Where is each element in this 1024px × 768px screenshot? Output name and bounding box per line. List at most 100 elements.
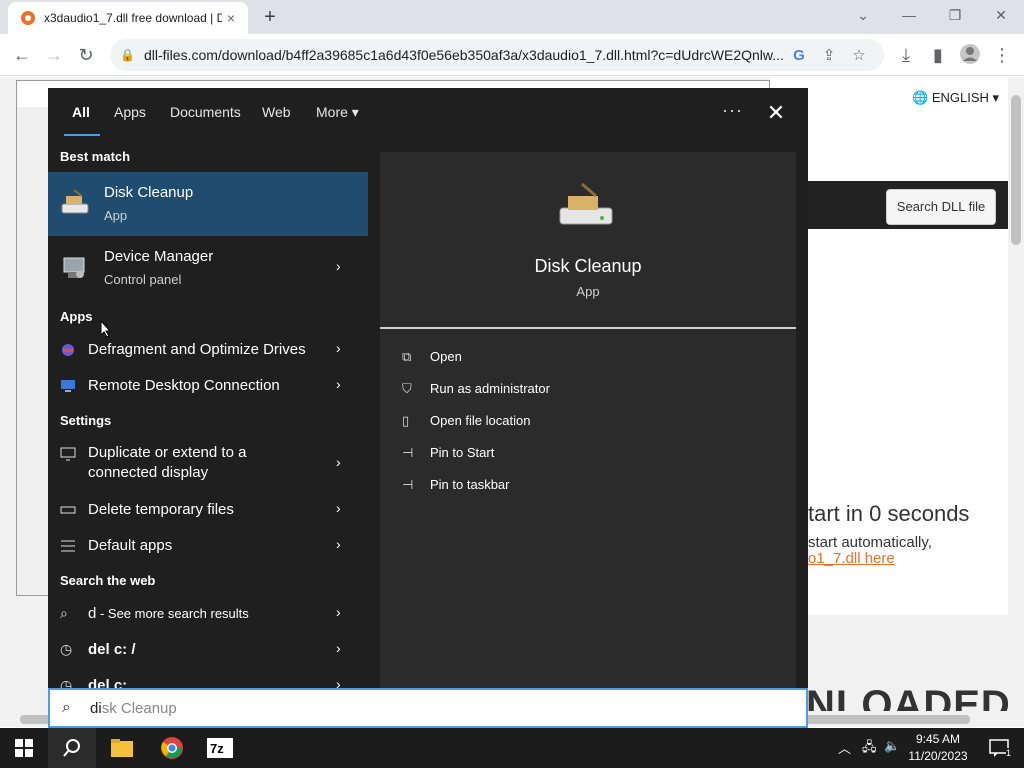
clock-date: 11/20/2023: [908, 749, 968, 763]
result-defragment[interactable]: Defragment and Optimize Drives ›: [48, 332, 368, 368]
tab-all[interactable]: All: [72, 104, 90, 120]
countdown-text: tart in 0 seconds: [808, 501, 970, 526]
result-title: del c:: [88, 677, 128, 688]
url-text[interactable]: dll-files.com/download/b4ff2a39685c1a6d4…: [144, 47, 784, 63]
search-query[interactable]: disk Cleanup: [90, 700, 177, 717]
result-web-d[interactable]: ⌕ d - See more search results ›: [48, 596, 368, 632]
dll-download-link[interactable]: o1_7.dll here: [808, 550, 895, 567]
chevron-right-icon[interactable]: ›: [336, 376, 341, 392]
side-panel-icon[interactable]: ▮: [926, 43, 950, 67]
result-device-manager[interactable]: Device Manager Control panel ›: [48, 236, 368, 300]
action-pin-to-taskbar[interactable]: ⊣ Pin to taskbar: [402, 477, 510, 499]
disk-cleanup-icon: [60, 188, 90, 218]
file-icon: ▯: [402, 413, 410, 428]
language-selector[interactable]: 🌐 ENGLISH ▾: [912, 90, 999, 106]
notification-icon[interactable]: 1: [976, 728, 1024, 768]
preview-divider: [380, 327, 796, 329]
tab-strip: x3daudio1_7.dll free download | D × + ⌄ …: [0, 0, 1024, 34]
autocomplete-hint: sk Cleanup: [101, 700, 177, 717]
best-match-header: Best match: [60, 149, 131, 164]
tab-more[interactable]: More ▾: [316, 104, 359, 121]
preview-pane: Disk Cleanup App ⧉ Open ⛉ Run as administr…: [380, 152, 796, 688]
result-disk-cleanup[interactable]: Disk Cleanup App: [48, 172, 368, 236]
more-options-icon[interactable]: ···: [722, 100, 743, 121]
chrome-taskbar-icon[interactable]: [148, 728, 196, 768]
action-label: Pin to Start: [430, 445, 495, 460]
caret-down-icon: ▾: [351, 104, 359, 120]
tab-documents[interactable]: Documents: [170, 104, 241, 120]
chevron-up-icon[interactable]: ︿: [838, 738, 851, 757]
settings-header: Settings: [60, 413, 112, 428]
language-label: ENGLISH: [931, 90, 989, 105]
system-clock[interactable]: 9:45 AM 11/20/2023: [906, 731, 970, 765]
chrome-menu-icon[interactable]: ⋮: [990, 43, 1014, 67]
chevron-right-icon[interactable]: ›: [336, 640, 341, 656]
share-icon[interactable]: ⇪: [814, 46, 844, 64]
volume-icon[interactable]: 🔈: [884, 738, 900, 754]
forward-icon[interactable]: →: [42, 43, 66, 67]
reload-icon[interactable]: ↻: [74, 43, 98, 67]
device-manager-icon: [60, 252, 90, 282]
tab-web[interactable]: Web: [262, 104, 291, 120]
search-icon: ⌕: [60, 605, 68, 621]
download-icon[interactable]: ⤓: [894, 43, 918, 67]
history-icon: ◷: [60, 641, 73, 657]
lock-icon: 🔒: [120, 48, 135, 62]
back-icon[interactable]: ←: [10, 43, 34, 67]
chevron-right-icon[interactable]: ›: [336, 676, 341, 688]
vertical-scrollbar[interactable]: [1008, 85, 1024, 705]
window-close-icon[interactable]: ✕: [978, 0, 1024, 30]
panel-close-icon[interactable]: ✕: [764, 100, 788, 126]
result-remote-desktop[interactable]: Remote Desktop Connection ›: [48, 368, 368, 404]
result-delete-temp-files[interactable]: Delete temporary files ›: [48, 492, 368, 528]
result-title: Device Manager: [104, 248, 214, 265]
chevron-right-icon[interactable]: ›: [336, 604, 341, 620]
file-explorer-icon[interactable]: [98, 728, 146, 768]
open-icon: ⧉: [402, 349, 412, 364]
tab-close-icon[interactable]: ×: [222, 9, 240, 27]
tab-search-icon[interactable]: ⌄: [840, 0, 886, 30]
auto-start-text: start automatically,: [808, 534, 932, 551]
bookmark-star-icon[interactable]: ☆: [844, 46, 874, 64]
scroll-thumb[interactable]: [1011, 95, 1021, 245]
restore-icon[interactable]: ❐: [932, 0, 978, 30]
network-icon[interactable]: 🖧: [862, 738, 877, 760]
chevron-right-icon[interactable]: ›: [336, 454, 341, 470]
result-web-label: d - See more search results: [88, 605, 249, 622]
tab-title: x3daudio1_7.dll free download | D: [44, 11, 222, 25]
web-query-suffix: - See more search results: [96, 606, 249, 621]
action-run-as-admin[interactable]: ⛉ Run as administrator: [402, 381, 550, 403]
action-open-file-location[interactable]: ▯ Open file location: [402, 413, 530, 435]
result-duplicate-display[interactable]: Duplicate or extend to a connected displ…: [48, 436, 368, 492]
result-subtitle: App: [104, 208, 128, 223]
7zip-taskbar-icon[interactable]: 7z: [196, 728, 244, 768]
taskbar: 7z ︿ 🖧 🔈 9:45 AM 11/20/2023 1: [0, 728, 1024, 768]
result-web-del-c-slash[interactable]: ◷ del c: / ›: [48, 632, 368, 668]
result-default-apps[interactable]: Default apps ›: [48, 528, 368, 564]
profile-avatar-icon[interactable]: [958, 43, 982, 67]
action-label: Open: [430, 349, 462, 364]
result-web-del-c[interactable]: ◷ del c: ›: [48, 668, 368, 688]
chevron-right-icon[interactable]: ›: [336, 536, 341, 552]
minimize-icon[interactable]: —: [886, 0, 932, 30]
action-open[interactable]: ⧉ Open: [402, 349, 462, 371]
tab-apps[interactable]: Apps: [114, 104, 146, 120]
monitor-icon: [60, 446, 76, 462]
chevron-right-icon[interactable]: ›: [336, 258, 341, 274]
chevron-right-icon[interactable]: ›: [336, 340, 341, 356]
browser-tab[interactable]: x3daudio1_7.dll free download | D ×: [8, 2, 248, 34]
google-icon[interactable]: G: [784, 47, 814, 64]
mouse-cursor-icon: [100, 320, 112, 338]
search-dll-button[interactable]: Search DLL file: [886, 189, 996, 225]
windows-start-icon[interactable]: [0, 728, 48, 768]
defragment-icon: [60, 342, 76, 358]
chevron-right-icon[interactable]: ›: [336, 500, 341, 516]
action-pin-to-start[interactable]: ⊣ Pin to Start: [402, 445, 494, 467]
shield-icon: ⛉: [402, 381, 412, 396]
typed-text: di: [90, 700, 102, 717]
start-search-panel: All Apps Documents Web More ▾ ··· ✕ Best…: [48, 88, 808, 688]
taskbar-search-icon[interactable]: [48, 728, 96, 768]
address-bar[interactable]: 🔒 dll-files.com/download/b4ff2a39685c1a6…: [110, 39, 884, 71]
new-tab-button[interactable]: +: [258, 5, 282, 29]
start-search-input[interactable]: ⌕ disk Cleanup: [48, 688, 808, 728]
